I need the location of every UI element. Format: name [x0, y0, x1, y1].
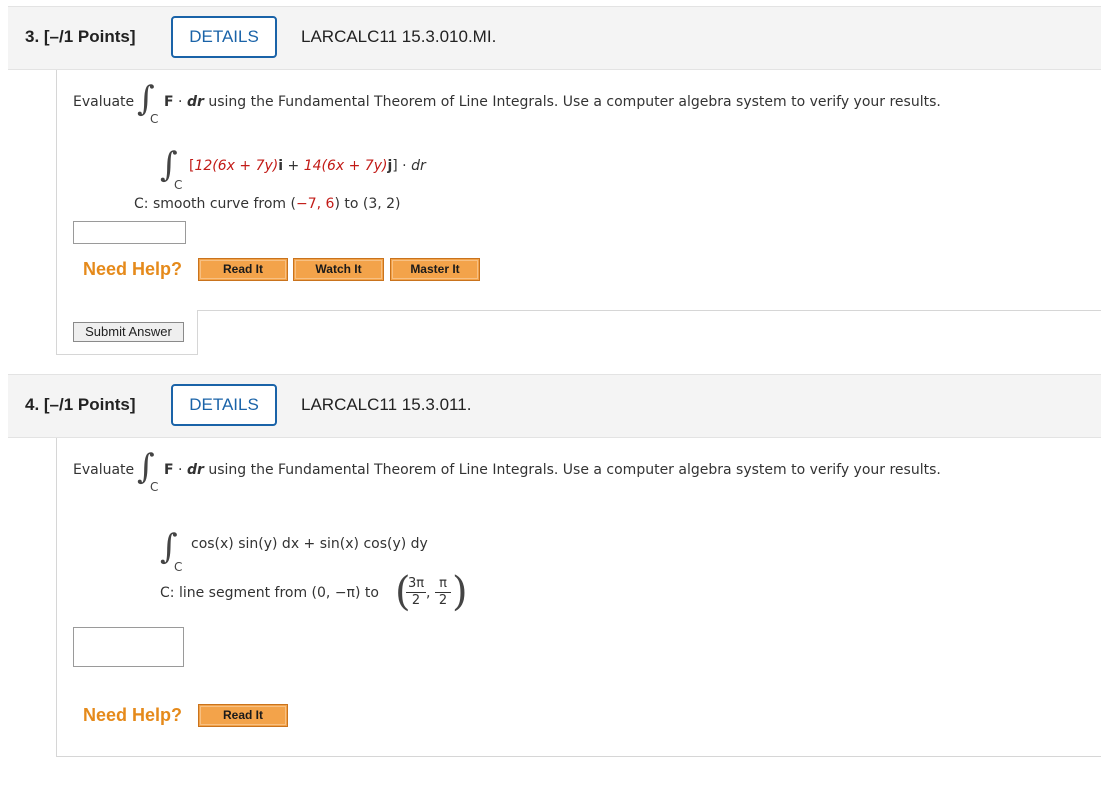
q3-integrand: [12(6x + 7y)i + 14(6x + 7y)j] · dr — [189, 158, 426, 174]
q4-F: F — [164, 462, 174, 478]
question-3-points: 3. [–/1 Points] — [25, 27, 136, 46]
q4-instruction: using the Fundamental Theorem of Line In… — [203, 462, 941, 478]
q4-right-paren: ) — [452, 569, 468, 615]
q4-integral-subscript-2: C — [174, 560, 183, 574]
q4-read-it-button[interactable]: Read It — [198, 704, 288, 727]
q3-instruction: using the Fundamental Theorem of Line In… — [203, 94, 941, 110]
question-3-details-button[interactable]: DETAILS — [171, 16, 277, 58]
q3-read-it-button[interactable]: Read It — [198, 258, 288, 281]
q3-curve-description: C: smooth curve from (−7, 6) to (3, 2) — [134, 196, 401, 212]
question-4-header: 4. [–/1 Points] DETAILS LARCALC11 15.3.0… — [8, 374, 1101, 438]
q4-integral-subscript: C — [150, 480, 159, 494]
q4-answer-input[interactable] — [73, 627, 184, 667]
q3-integral-sign: ∫ — [137, 79, 155, 119]
q3-watch-it-button[interactable]: Watch It — [293, 258, 384, 281]
q3-master-it-button[interactable]: Master It — [390, 258, 480, 281]
q3-statement: F · dr using the Fundamental Theorem of … — [164, 94, 941, 110]
q3-evaluate-label: Evaluate — [73, 94, 135, 110]
q3-F: F — [164, 94, 174, 110]
q4-dr: dr — [186, 462, 204, 478]
q3-integral-subscript-2: C — [174, 178, 183, 192]
q4-comma: , — [426, 585, 431, 601]
q4-integral-sign: ∫ — [137, 447, 155, 487]
question-4-points: 4. [–/1 Points] — [25, 395, 136, 414]
question-3-body: Evaluate ∫ C F · dr using the Fundamenta… — [56, 70, 1101, 355]
q4-statement: F · dr using the Fundamental Theorem of … — [164, 462, 941, 478]
question-4-details-button[interactable]: DETAILS — [171, 384, 277, 426]
q4-need-help-label: Need Help? — [83, 705, 183, 725]
q4-integral-sign-2: ∫ — [160, 527, 178, 567]
question-4-code: LARCALC11 15.3.011. — [301, 395, 472, 414]
q3-submit-area: Submit Answer — [56, 310, 198, 355]
q3-submit-answer-button[interactable]: Submit Answer — [73, 322, 184, 342]
q3-integral-subscript: C — [150, 112, 159, 126]
q3-submit-divider — [197, 310, 1101, 311]
q3-integral-sign-2: ∫ — [160, 145, 178, 185]
q3-answer-input[interactable] — [73, 221, 186, 244]
q4-fraction-2: π 2 — [435, 577, 451, 607]
q4-integrand: cos(x) sin(y) dx + sin(x) cos(y) dy — [191, 536, 428, 552]
question-4-body: Evaluate ∫ C F · dr using the Fundamenta… — [56, 438, 1101, 757]
question-3-header: 3. [–/1 Points] DETAILS LARCALC11 15.3.0… — [8, 6, 1101, 70]
q3-need-help-label: Need Help? — [83, 259, 183, 279]
question-3-code: LARCALC11 15.3.010.MI. — [301, 27, 497, 46]
q4-segment-description: C: line segment from (0, −π) to — [160, 585, 379, 601]
q4-fraction-1: 3π 2 — [406, 576, 426, 608]
q4-evaluate-label: Evaluate — [73, 462, 135, 478]
q3-dr: dr — [186, 94, 204, 110]
